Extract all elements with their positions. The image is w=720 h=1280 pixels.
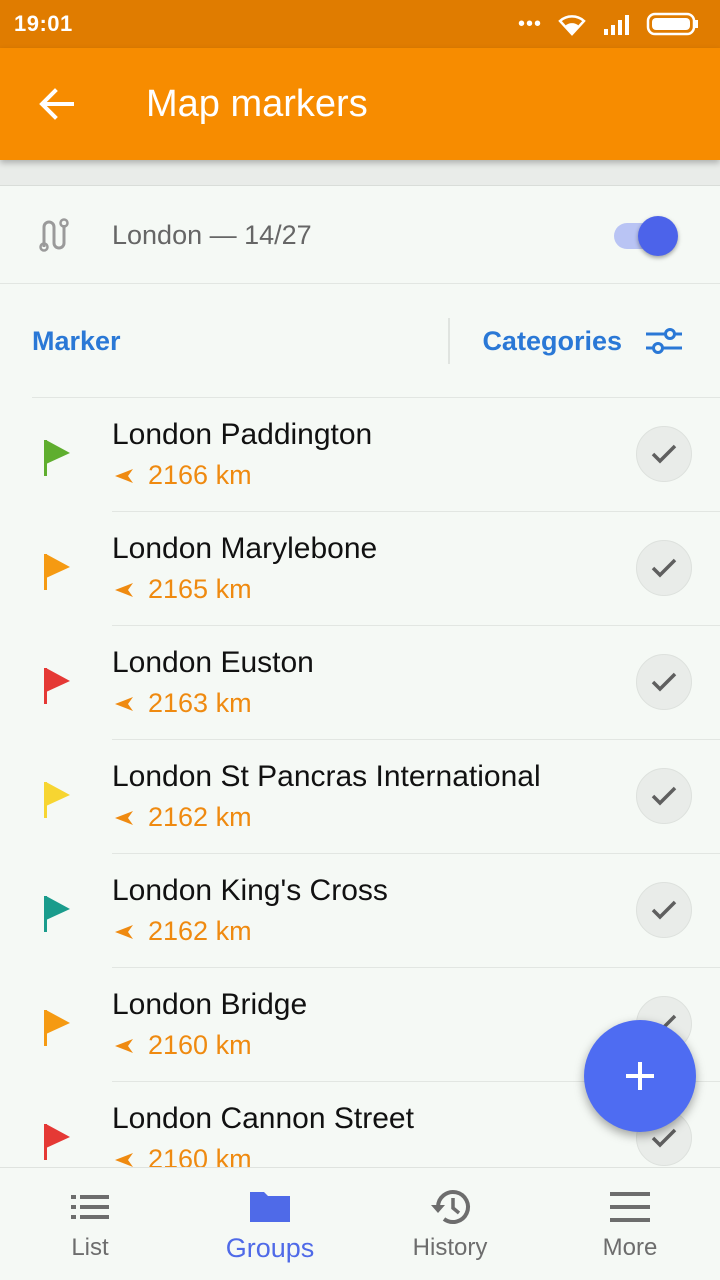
categories-button[interactable]: Categories [482, 326, 622, 357]
flag-icon [44, 668, 70, 704]
list-icon [71, 1195, 109, 1219]
check-icon [651, 900, 677, 920]
marker-name: London Cannon Street [112, 1102, 414, 1135]
back-button[interactable] [0, 48, 112, 160]
check-icon [651, 444, 677, 464]
nav-groups[interactable]: Groups [180, 1168, 360, 1280]
marker-distance-value: 2160 km [148, 1144, 252, 1168]
check-icon [651, 558, 677, 578]
check-icon [651, 1128, 677, 1148]
column-header: Marker Categories [32, 285, 720, 398]
add-marker-button[interactable] [584, 1020, 696, 1132]
more-dots-icon: ••• [517, 12, 542, 35]
nav-more[interactable]: More [540, 1168, 720, 1280]
marker-distance-value: 2160 km [148, 1030, 252, 1060]
marker-distance: 2162 km [112, 916, 252, 947]
marker-name: London Paddington [112, 418, 373, 451]
flag-icon [44, 554, 70, 590]
mark-passed-button[interactable] [636, 654, 692, 710]
marker-name: London St Pancras International [112, 760, 541, 793]
group-row[interactable]: London — 14/27 [0, 187, 720, 284]
marker-distance: 2160 km [112, 1144, 252, 1168]
marker-name: London Euston [112, 646, 314, 679]
battery-icon [646, 12, 698, 36]
direction-arrow-icon [115, 696, 133, 711]
marker-distance-value: 2163 km [148, 688, 252, 718]
group-toggle[interactable] [612, 215, 682, 256]
marker-list-item[interactable]: London St Pancras International 2162 km [0, 740, 720, 854]
marker-distance-value: 2166 km [148, 460, 252, 490]
nav-list[interactable]: List [0, 1168, 180, 1280]
marker-distance: 2160 km [112, 1030, 252, 1061]
folder-icon [250, 1191, 290, 1222]
wifi-icon [558, 15, 586, 36]
status-icons: ••• [518, 12, 700, 36]
route-icon [39, 218, 69, 252]
status-time: 19:01 [14, 11, 73, 36]
header-divider [448, 318, 451, 364]
marker-distance: 2163 km [112, 688, 252, 719]
marker-name: London Bridge [112, 988, 308, 1021]
direction-arrow-icon [115, 468, 133, 483]
marker-distance: 2165 km [112, 574, 252, 605]
direction-arrow-icon [115, 1038, 133, 1053]
check-icon [651, 672, 677, 692]
nav-groups-label: Groups [225, 1232, 315, 1263]
back-arrow-icon [39, 88, 74, 120]
signal-icon [604, 15, 629, 35]
toggle-knob [638, 216, 678, 256]
status-bar: 19:01 ••• [0, 0, 720, 48]
marker-distance-value: 2162 km [148, 916, 252, 946]
menu-icon [610, 1192, 650, 1222]
marker-name: London King's Cross [112, 874, 388, 907]
mark-passed-button[interactable] [636, 882, 692, 938]
direction-arrow-icon [115, 810, 133, 825]
flag-icon [44, 782, 70, 818]
app-bar: Map markers [0, 48, 720, 160]
direction-arrow-icon [115, 924, 133, 939]
marker-distance: 2162 km [112, 802, 252, 833]
nav-list-label: List [71, 1234, 109, 1261]
marker-name: London Marylebone [112, 532, 378, 565]
mark-passed-button[interactable] [636, 540, 692, 596]
group-label: London — 14/27 [112, 219, 312, 250]
check-icon [651, 786, 677, 806]
flag-icon [44, 1010, 70, 1046]
mark-passed-button[interactable] [636, 768, 692, 824]
marker-distance: 2166 km [112, 460, 252, 491]
bottom-navigation: List Groups History More [0, 1167, 720, 1280]
nav-more-label: More [602, 1234, 658, 1261]
nav-history[interactable]: History [360, 1168, 540, 1280]
nav-history-label: History [412, 1234, 488, 1261]
flag-icon [44, 440, 70, 476]
flag-icon [44, 1124, 70, 1160]
marker-sort-button[interactable]: Marker [32, 326, 448, 357]
page-title: Map markers [146, 82, 368, 125]
marker-list-item[interactable]: London Euston 2163 km [0, 626, 720, 740]
group-icon-wrap [0, 217, 112, 253]
filter-sliders-icon[interactable] [644, 326, 684, 356]
plus-icon [626, 1062, 654, 1090]
direction-arrow-icon [115, 582, 133, 597]
marker-list-item[interactable]: London Marylebone 2165 km [0, 512, 720, 626]
top-spacer [0, 160, 720, 186]
marker-distance-value: 2165 km [148, 574, 252, 604]
mark-passed-button[interactable] [636, 426, 692, 482]
marker-distance-value: 2162 km [148, 802, 252, 832]
marker-list-item[interactable]: London Paddington 2166 km [0, 398, 720, 512]
flag-icon [44, 896, 70, 932]
marker-list-item[interactable]: London King's Cross 2162 km [0, 854, 720, 968]
direction-arrow-icon [115, 1152, 133, 1167]
history-icon [431, 1190, 470, 1224]
